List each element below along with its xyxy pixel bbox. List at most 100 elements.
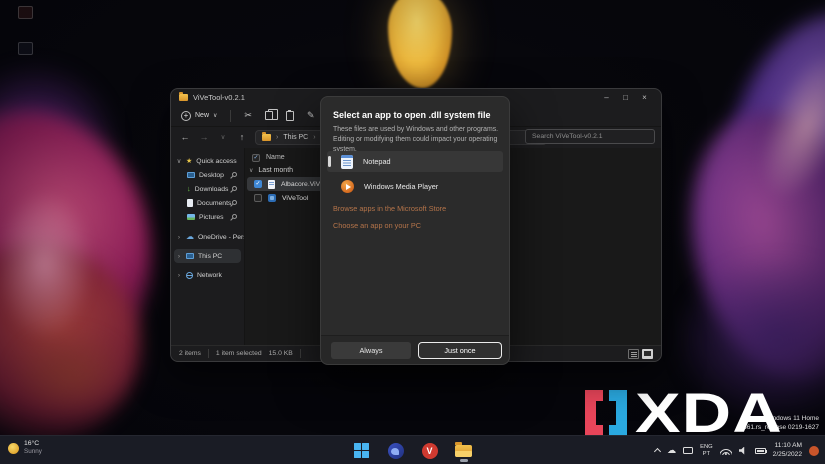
minimize-button[interactable]: – xyxy=(598,90,615,104)
display-icon[interactable] xyxy=(683,447,693,454)
sidebar-item-network[interactable]: › Network xyxy=(171,268,244,282)
wallpaper-gold-blob xyxy=(388,0,452,88)
hidden-icons-chevron-icon[interactable] xyxy=(654,448,661,455)
explorer-sidebar: ∨ ★ Quick access Desktop ↓ Downloads Doc… xyxy=(171,148,245,345)
icons-view-button[interactable] xyxy=(642,349,653,359)
breadcrumb-separator: › xyxy=(313,134,315,141)
chevron-down-icon[interactable]: ∨ xyxy=(176,157,182,165)
tray-date: 2/25/2022 xyxy=(773,451,802,460)
chevron-down-icon: ∨ xyxy=(249,167,253,174)
sun-icon xyxy=(8,443,19,454)
plus-icon: + xyxy=(181,111,191,121)
forward-icon[interactable]: → xyxy=(198,132,210,142)
status-divider xyxy=(208,349,209,358)
chevron-right-icon[interactable]: › xyxy=(176,253,182,260)
xda-right-bracket-icon xyxy=(609,390,627,436)
this-pc-icon xyxy=(186,253,194,259)
system-tray: ☁ ENG PT 11:10 AM 2/25/2022 xyxy=(655,436,819,464)
desktop-icon[interactable] xyxy=(18,42,33,55)
wallpaper-bloom-left xyxy=(0,245,140,445)
open-with-dialog: Select an app to open .dll system file T… xyxy=(320,96,510,365)
vivaldi-button[interactable]: V xyxy=(419,439,441,463)
chat-button[interactable] xyxy=(385,439,407,463)
wallpaper-bloom-left xyxy=(0,85,181,405)
select-all-checkbox[interactable]: ✓ xyxy=(252,154,260,162)
download-arrow-icon: ↓ xyxy=(187,185,191,193)
network-icon xyxy=(186,272,193,279)
chevron-right-icon[interactable]: › xyxy=(176,234,182,241)
notification-badge[interactable] xyxy=(809,446,819,456)
weather-widget[interactable]: 16°C Sunny xyxy=(8,440,42,456)
sidebar-item-documents[interactable]: Documents xyxy=(171,196,244,210)
windows-start-icon xyxy=(354,443,370,459)
maximize-button[interactable]: □ xyxy=(617,90,634,104)
breadcrumb-separator: › xyxy=(276,134,278,141)
volume-icon[interactable] xyxy=(739,447,748,455)
wallpaper-bloom-left xyxy=(0,60,120,230)
choose-app-link[interactable]: Choose an app on your PC xyxy=(333,221,421,230)
pin-icon xyxy=(231,185,238,192)
document-icon xyxy=(187,199,193,207)
app-option-notepad[interactable]: Notepad xyxy=(327,151,503,172)
sidebar-item-pictures[interactable]: Pictures xyxy=(171,210,244,224)
browse-store-link[interactable]: Browse apps in the Microsoft Store xyxy=(333,204,446,213)
wallpaper-bloom-left xyxy=(10,330,130,420)
battery-icon[interactable] xyxy=(755,448,766,454)
chevron-right-icon[interactable]: › xyxy=(176,272,182,279)
weather-condition: Sunny xyxy=(24,448,42,456)
chevron-down-icon: ∨ xyxy=(213,113,217,119)
item-count: 2 items xyxy=(179,350,201,357)
new-button[interactable]: + New ∨ xyxy=(181,111,217,121)
row-checkbox-unchecked[interactable] xyxy=(254,194,262,202)
always-button[interactable]: Always xyxy=(331,342,411,359)
folder-icon xyxy=(179,94,188,101)
wallpaper-bloom-right xyxy=(665,92,825,398)
details-view-button[interactable] xyxy=(628,349,639,359)
xda-left-bracket-icon xyxy=(585,390,603,436)
search-input[interactable]: Search ViVeTool-v0.2.1 xyxy=(525,129,655,144)
selection-size: 15.0 KB xyxy=(269,350,293,357)
paste-icon[interactable] xyxy=(286,111,294,121)
language-switcher[interactable]: ENG PT xyxy=(700,444,713,457)
pin-icon xyxy=(231,171,238,178)
wallpaper-bloom-left xyxy=(0,190,94,340)
notepad-icon xyxy=(341,155,353,169)
rename-icon[interactable]: ✎ xyxy=(307,111,315,120)
taskbar-center-icons: V xyxy=(351,436,475,464)
desktop-icon xyxy=(187,172,195,178)
sidebar-item-this-pc[interactable]: › This PC xyxy=(174,249,241,263)
clock[interactable]: 11:10 AM 2/25/2022 xyxy=(773,442,802,459)
toolbar-divider xyxy=(230,110,231,122)
start-button[interactable] xyxy=(351,439,373,463)
onedrive-icon[interactable]: ☁ xyxy=(667,446,676,455)
cut-icon[interactable]: ✂ xyxy=(244,111,252,120)
picture-icon xyxy=(187,214,195,220)
sidebar-item-desktop[interactable]: Desktop xyxy=(171,168,244,182)
desktop-icon[interactable] xyxy=(18,6,33,19)
sidebar-item-quick-access[interactable]: ∨ ★ Quick access xyxy=(171,154,244,168)
up-icon[interactable]: ↑ xyxy=(236,132,248,142)
file-explorer-button[interactable] xyxy=(453,439,475,463)
window-title: ViVeTool-v0.2.1 xyxy=(193,93,245,102)
sidebar-item-onedrive[interactable]: › ☁ OneDrive - Personal xyxy=(171,230,244,244)
dialog-title: Select an app to open .dll system file xyxy=(333,110,491,120)
xda-logo: XDA xyxy=(585,390,756,436)
tray-time: 11:10 AM xyxy=(773,442,802,451)
app-option-wmp[interactable]: Windows Media Player xyxy=(327,176,503,197)
dialog-footer: Always Just once xyxy=(321,335,509,364)
sidebar-item-downloads[interactable]: ↓ Downloads xyxy=(171,182,244,196)
weather-temperature: 16°C xyxy=(24,440,42,448)
app-list: Notepad Windows Media Player xyxy=(327,151,503,201)
vivaldi-icon: V xyxy=(422,443,438,459)
row-checkbox-checked[interactable]: ✓ xyxy=(254,180,262,188)
copy-icon[interactable] xyxy=(265,111,273,120)
wifi-icon[interactable] xyxy=(720,446,732,455)
breadcrumb-this-pc[interactable]: This PC xyxy=(283,134,308,141)
recent-locations-icon[interactable]: ∨ xyxy=(217,133,229,141)
dll-file-icon xyxy=(268,180,275,189)
just-once-button[interactable]: Just once xyxy=(418,342,502,359)
new-button-label: New xyxy=(195,112,209,119)
close-button[interactable]: × xyxy=(636,90,653,104)
chat-icon xyxy=(388,443,404,459)
back-icon[interactable]: ← xyxy=(179,132,191,142)
